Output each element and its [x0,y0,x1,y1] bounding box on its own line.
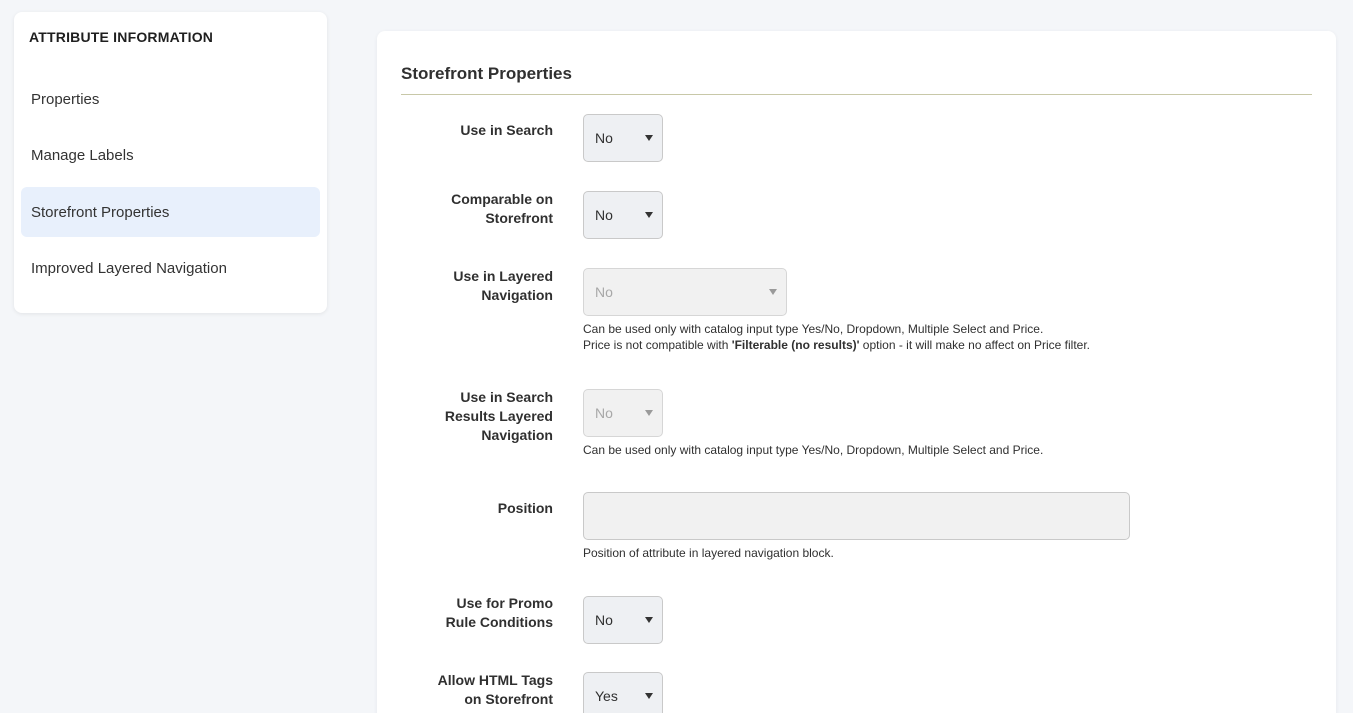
sidebar-item-label: Storefront Properties [31,203,170,221]
select-value: No [595,612,613,628]
layered-nav-note: Can be used only with catalog input type… [583,322,1091,352]
select-value: No [595,405,613,421]
position-input[interactable] [583,492,1130,540]
sidebar-item-label: Improved Layered Navigation [31,259,227,277]
use-in-search-select[interactable]: No [583,114,663,162]
sidebar-item-label: Properties [31,90,100,108]
dropdown-arrow-icon [645,617,653,623]
search-layered-nav-select[interactable]: No [583,389,663,437]
promo-select[interactable]: No [583,596,663,644]
sidebar-item-label: Manage Labels [31,146,134,164]
sidebar-item-improved-layered-navigation[interactable]: Improved Layered Navigation [21,243,320,293]
title-divider [401,94,1312,95]
comparable-select[interactable]: No [583,191,663,239]
select-value: Yes [595,688,618,704]
attribute-info-sidebar: ATTRIBUTE INFORMATION Properties Manage … [14,12,327,313]
storefront-properties-panel: Storefront Properties Use in Search No C… [377,31,1336,713]
use-in-search-label: Use in Search [460,122,553,138]
dropdown-arrow-icon [645,693,653,699]
sidebar-item-properties[interactable]: Properties [21,74,320,124]
dropdown-arrow-icon [769,289,777,295]
layered-nav-label: Use in Layered Navigation [453,268,553,303]
search-layered-nav-label: Use in Search Results Layered Navigation [444,389,553,443]
select-value: No [595,284,613,300]
html-tags-label: Allow HTML Tags on Storefront [437,672,553,707]
search-layered-nav-note: Can be used only with catalog input type… [583,443,1044,457]
select-value: No [595,130,613,146]
dropdown-arrow-icon [645,410,653,416]
sidebar-title: ATTRIBUTE INFORMATION [29,29,214,45]
layered-nav-select[interactable]: No [583,268,787,316]
position-note: Position of attribute in layered navigat… [583,546,834,560]
panel-title: Storefront Properties [401,64,572,83]
comparable-label: Comparable on Storefront [451,191,553,226]
select-value: No [595,207,613,223]
sidebar-item-storefront-properties[interactable]: Storefront Properties [21,187,320,237]
position-label: Position [497,500,553,516]
dropdown-arrow-icon [645,212,653,218]
dropdown-arrow-icon [645,135,653,141]
html-tags-select[interactable]: Yes [583,672,663,713]
sidebar-item-manage-labels[interactable]: Manage Labels [21,130,320,180]
promo-label: Use for Promo Rule Conditions [445,595,553,630]
